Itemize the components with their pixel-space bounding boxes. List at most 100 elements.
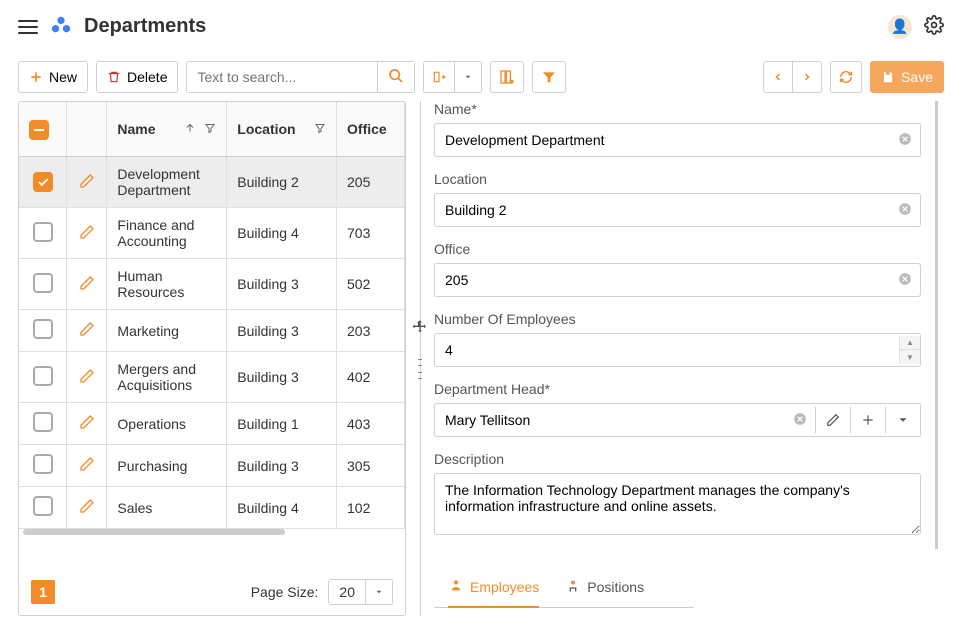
edit-row-icon[interactable] — [79, 417, 95, 433]
description-field-label: Description — [434, 451, 921, 467]
row-checkbox[interactable] — [33, 222, 53, 242]
head-input[interactable] — [435, 404, 785, 436]
table-row[interactable]: Finance and AccountingBuilding 4703 — [19, 208, 405, 259]
new-button[interactable]: New — [18, 61, 88, 93]
num-employees-input[interactable] — [435, 334, 899, 366]
row-checkbox[interactable] — [33, 496, 53, 516]
spin-up-icon[interactable]: ▲ — [900, 336, 920, 350]
cell-name: Purchasing — [107, 445, 227, 487]
detail-tabs: Employees Positions — [434, 567, 694, 608]
num-employees-label: Number Of Employees — [434, 311, 921, 327]
search-input[interactable] — [187, 62, 377, 92]
cell-name: Operations — [107, 403, 227, 445]
edit-row-icon[interactable] — [79, 176, 95, 192]
search-button[interactable] — [377, 62, 414, 92]
add-lookup-icon[interactable] — [850, 407, 885, 433]
cell-name: Marketing — [107, 310, 227, 352]
horizontal-scrollbar[interactable] — [23, 529, 285, 535]
tab-employees[interactable]: Employees — [448, 567, 539, 608]
prev-button[interactable] — [763, 61, 793, 93]
detail-pane: Name* Location Office — [434, 101, 944, 616]
sort-asc-icon[interactable] — [184, 121, 196, 137]
page-size-value: 20 — [329, 580, 365, 604]
edit-row-icon[interactable] — [79, 324, 95, 340]
new-label: New — [49, 69, 77, 85]
page-title: Departments — [84, 15, 876, 38]
table-row[interactable]: MarketingBuilding 3203 — [19, 310, 405, 352]
table-row[interactable]: Mergers and AcquisitionsBuilding 3402 — [19, 352, 405, 403]
table-row[interactable]: PurchasingBuilding 3305 — [19, 445, 405, 487]
edit-row-icon[interactable] — [79, 371, 95, 387]
clear-icon[interactable] — [785, 412, 815, 429]
row-checkbox[interactable] — [33, 366, 53, 386]
edit-row-icon[interactable] — [79, 278, 95, 294]
chevron-down-icon[interactable] — [365, 580, 392, 604]
row-checkbox[interactable] — [33, 454, 53, 474]
head-field-label: Department Head* — [434, 381, 921, 397]
tab-positions-label: Positions — [587, 579, 644, 595]
dropdown-lookup-icon[interactable] — [885, 407, 920, 433]
cell-office: 102 — [337, 487, 405, 529]
cell-office: 203 — [337, 310, 405, 352]
export-button[interactable] — [423, 61, 455, 93]
col-office-header[interactable]: Office — [347, 121, 387, 137]
cell-location: Building 3 — [227, 310, 337, 352]
edit-lookup-icon[interactable] — [815, 407, 850, 433]
tab-employees-label: Employees — [470, 579, 539, 595]
edit-row-icon[interactable] — [79, 459, 95, 475]
tab-positions[interactable]: Positions — [565, 567, 644, 607]
clear-icon[interactable] — [890, 272, 920, 289]
location-input[interactable] — [435, 194, 890, 226]
page-size-select[interactable]: 20 — [328, 579, 393, 605]
edit-row-icon[interactable] — [79, 501, 95, 517]
cell-location: Building 3 — [227, 445, 337, 487]
row-checkbox[interactable] — [33, 319, 53, 339]
office-input[interactable] — [435, 264, 890, 296]
move-icon[interactable] — [412, 319, 428, 338]
location-field-label: Location — [434, 171, 921, 187]
col-name-header[interactable]: Name — [117, 121, 155, 137]
pager: 1 Page Size: 20 — [19, 569, 405, 615]
cell-office: 703 — [337, 208, 405, 259]
clear-icon[interactable] — [890, 202, 920, 219]
column-chooser-button[interactable] — [490, 61, 524, 93]
cell-name: Sales — [107, 487, 227, 529]
edit-row-icon[interactable] — [79, 227, 95, 243]
table-row[interactable]: OperationsBuilding 1403 — [19, 403, 405, 445]
cell-location: Building 4 — [227, 208, 337, 259]
menu-toggle[interactable] — [18, 20, 38, 34]
cell-office: 502 — [337, 259, 405, 310]
table-row[interactable]: Development DepartmentBuilding 2205 — [19, 157, 405, 208]
row-checkbox[interactable] — [33, 412, 53, 432]
clear-icon[interactable] — [890, 132, 920, 149]
grid-pane: Name Location — [18, 101, 406, 616]
select-all-checkbox[interactable] — [29, 120, 49, 140]
cell-office: 305 — [337, 445, 405, 487]
cell-name: Human Resources — [107, 259, 227, 310]
next-button[interactable] — [792, 61, 822, 93]
refresh-button[interactable] — [830, 61, 862, 93]
filter-icon[interactable] — [204, 121, 216, 137]
filter-button[interactable] — [532, 61, 566, 93]
user-avatar[interactable]: 👤 — [888, 15, 912, 39]
row-checkbox[interactable] — [33, 273, 53, 293]
cell-name: Finance and Accounting — [107, 208, 227, 259]
export-dropdown[interactable] — [454, 61, 482, 93]
page-number[interactable]: 1 — [31, 580, 55, 604]
filter-icon[interactable] — [314, 121, 326, 137]
col-location-header[interactable]: Location — [237, 121, 295, 137]
table-row[interactable]: Human ResourcesBuilding 3502 — [19, 259, 405, 310]
cell-office: 205 — [337, 157, 405, 208]
row-checkbox[interactable] — [33, 172, 53, 192]
description-textarea[interactable] — [435, 474, 920, 534]
table-row[interactable]: SalesBuilding 4102 — [19, 487, 405, 529]
delete-button[interactable]: Delete — [96, 61, 178, 93]
splitter[interactable] — [406, 101, 434, 616]
save-button[interactable]: Save — [870, 61, 944, 93]
employees-icon — [448, 577, 464, 596]
cell-location: Building 2 — [227, 157, 337, 208]
cell-location: Building 4 — [227, 487, 337, 529]
spin-down-icon[interactable]: ▼ — [900, 350, 920, 364]
settings-gear-icon[interactable] — [924, 15, 944, 38]
name-input[interactable] — [435, 124, 890, 156]
